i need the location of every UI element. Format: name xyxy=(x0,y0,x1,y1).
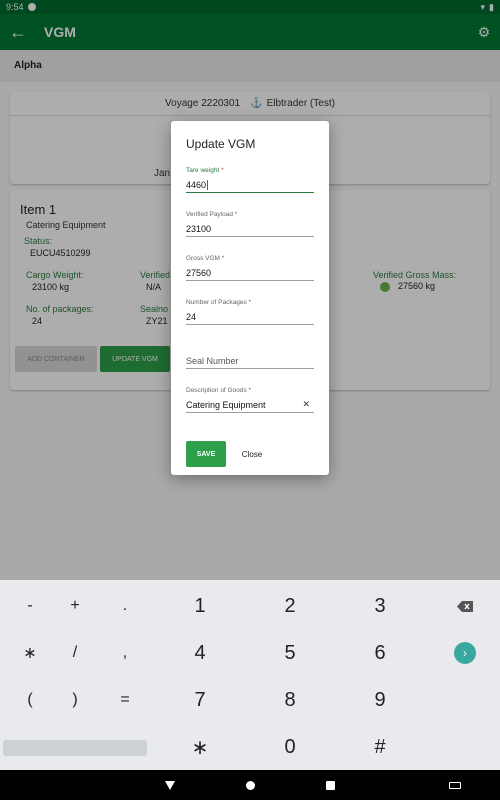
key-3[interactable]: 3 xyxy=(350,583,410,629)
key-6[interactable]: 6 xyxy=(350,630,410,676)
tare-weight-field[interactable]: Tare weight * 4460 xyxy=(186,167,314,193)
description-field[interactable]: Description of Goods * Catering Equipmen… xyxy=(186,387,314,413)
tare-weight-input[interactable]: 4460 xyxy=(186,177,314,193)
text-cursor xyxy=(207,179,209,190)
key-5[interactable]: 5 xyxy=(260,630,320,676)
verified-payload-input[interactable]: 23100 xyxy=(186,221,314,237)
key-9[interactable]: 9 xyxy=(350,677,410,723)
navigation-bar xyxy=(0,770,500,800)
gross-vgm-label: Gross VGM * xyxy=(186,255,225,262)
nav-home-icon[interactable] xyxy=(235,770,265,800)
dialog-title: Update VGM xyxy=(186,137,256,151)
key-equals[interactable]: = xyxy=(95,677,155,723)
gross-vgm-field[interactable]: Gross VGM * 27560 xyxy=(186,255,314,281)
spacebar[interactable] xyxy=(3,740,147,756)
number-of-packages-input[interactable]: 24 xyxy=(186,309,314,325)
close-button[interactable]: Close xyxy=(237,441,267,467)
key-2[interactable]: 2 xyxy=(260,583,320,629)
number-of-packages-field[interactable]: Number of Packages * 24 xyxy=(186,299,314,325)
enter-icon: › xyxy=(454,642,476,664)
description-input[interactable]: Catering Equipment ✕ xyxy=(186,397,314,413)
seal-number-input[interactable]: Seal Number xyxy=(186,353,314,369)
verified-payload-label: Verified Payload * xyxy=(186,211,238,218)
key-period[interactable]: . xyxy=(95,583,155,629)
key-4[interactable]: 4 xyxy=(170,630,230,676)
backspace-icon[interactable] xyxy=(435,583,495,629)
update-vgm-dialog: Update VGM Tare weight * 4460 Verified P… xyxy=(171,121,329,475)
key-comma[interactable]: , xyxy=(95,630,155,676)
key-hash[interactable]: # xyxy=(350,724,410,770)
save-button[interactable]: SAVE xyxy=(186,441,226,467)
key-7[interactable]: 7 xyxy=(170,677,230,723)
tare-weight-label: Tare weight * xyxy=(186,167,224,174)
keyboard-switch-icon[interactable] xyxy=(440,770,470,800)
nav-recents-icon[interactable] xyxy=(315,770,345,800)
key-0[interactable]: 0 xyxy=(260,724,320,770)
number-of-packages-label: Number of Packages * xyxy=(186,299,252,306)
key-1[interactable]: 1 xyxy=(170,583,230,629)
description-label: Description of Goods * xyxy=(186,387,252,394)
gross-vgm-input[interactable]: 27560 xyxy=(186,265,314,281)
key-star[interactable]: ∗ xyxy=(170,724,230,770)
key-8[interactable]: 8 xyxy=(260,677,320,723)
verified-payload-field[interactable]: Verified Payload * 23100 xyxy=(186,211,314,237)
nav-back-icon[interactable] xyxy=(155,770,185,800)
seal-number-field[interactable]: Seal Number xyxy=(186,343,314,369)
clear-icon[interactable]: ✕ xyxy=(302,399,310,410)
enter-key[interactable]: › xyxy=(435,630,495,676)
numeric-keyboard: - + . 1 2 3 ∗ / , 4 5 6 › ( ) = 7 8 9 ∗ … xyxy=(0,580,500,770)
